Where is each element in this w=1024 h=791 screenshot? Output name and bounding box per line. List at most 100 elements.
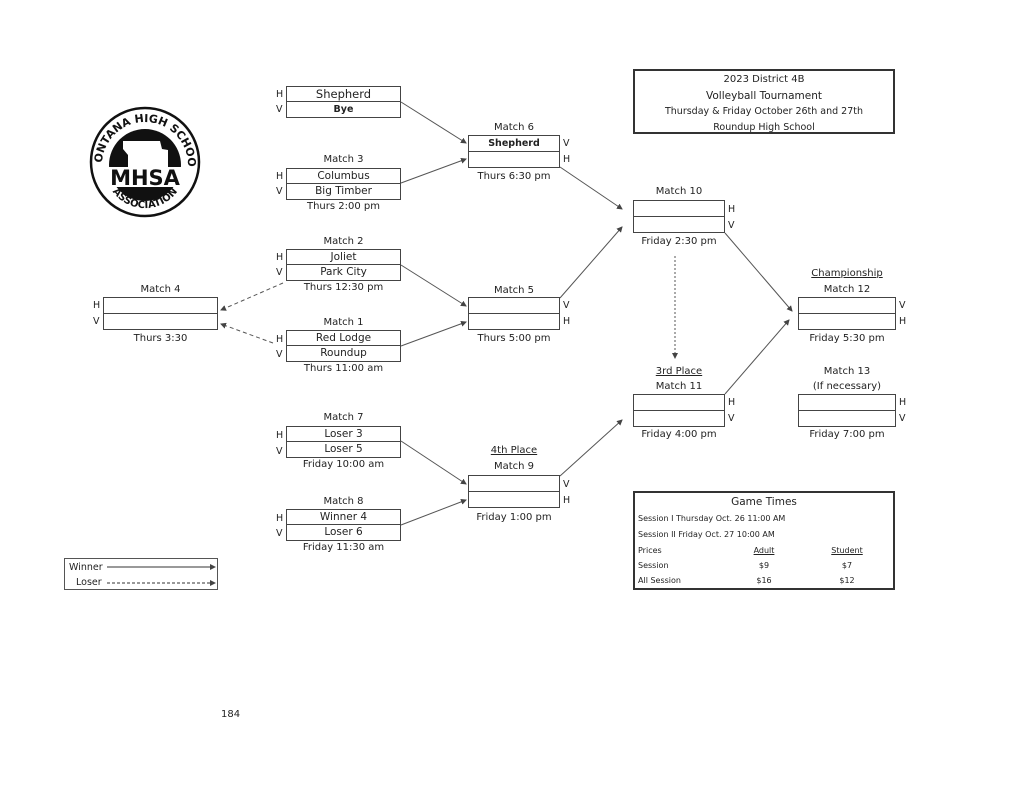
match-13-time: Friday 7:00 pm (809, 429, 885, 440)
bye-home-team: Shepherd (287, 87, 400, 102)
home-marker: H (563, 316, 571, 327)
match-7-visitor-team: Loser 5 (324, 443, 363, 455)
game-times-title: Game Times (731, 496, 797, 508)
price-row-student: $7 (841, 561, 853, 570)
home-marker: H (899, 397, 907, 408)
visitor-marker: V (276, 267, 283, 278)
match-1-box: Red Lodge Roundup (286, 330, 401, 362)
tournament-title-box: 2023 District 4B Volleyball Tournament T… (633, 69, 895, 134)
price-row-adult: $9 (758, 561, 770, 570)
winner-line-m8-m9 (400, 498, 467, 526)
match-3-time: Thurs 2:00 pm (306, 201, 380, 212)
home-marker: H (276, 171, 284, 182)
mhsa-logo: MONTANA HIGH SCHOOL MHSA ASSOCIATION (88, 105, 201, 218)
winner-line-m9-m11 (559, 419, 623, 477)
match-2-time: Thurs 12:30 pm (303, 282, 384, 293)
match-7-title: Match 7 (323, 412, 364, 423)
match-2-box: Joliet Park City (286, 249, 401, 281)
match-12-visitor-slot (799, 298, 895, 314)
price-row-label: All Session (638, 576, 681, 585)
bye-matchup: Shepherd Bye (286, 86, 401, 118)
visitor-marker: V (276, 528, 283, 539)
winner-line-bye-m6 (400, 101, 467, 144)
match-13-title: Match 13 (823, 366, 871, 377)
match-7-time: Friday 10:00 am (302, 459, 385, 470)
session-1-info: Session I Thursday Oct. 26 11:00 AM (638, 514, 786, 523)
match-6-time: Thurs 6:30 pm (477, 171, 551, 182)
price-row-student: $12 (839, 576, 855, 585)
visitor-marker: V (93, 316, 100, 327)
match-9-time: Friday 1:00 pm (476, 512, 552, 523)
match-11-time: Friday 4:00 pm (641, 429, 717, 440)
match-3-home-team: Columbus (287, 169, 400, 184)
match-8-visitor-team: Loser 6 (324, 526, 363, 538)
bye-visitor-slot: Bye (333, 104, 354, 115)
home-marker: H (563, 154, 571, 165)
loser-line-m2-m4 (220, 282, 284, 311)
match-6-visitor-team: Shepherd (469, 136, 559, 152)
winner-line-m5-m10 (559, 226, 623, 299)
match-11-title: Match 11 (655, 381, 703, 392)
home-marker: H (276, 89, 284, 100)
home-marker: H (276, 513, 284, 524)
match-5-box (468, 297, 560, 330)
match-10-home-slot (634, 201, 724, 217)
match-9-home-slot (469, 492, 559, 507)
match-9-box (468, 475, 560, 508)
match-7-box: Loser 3 Loser 5 (286, 426, 401, 458)
match-4-title: Match 4 (140, 284, 181, 295)
home-marker: H (728, 204, 736, 215)
match-1-visitor-team: Roundup (320, 347, 367, 359)
match-12-title: Match 12 (823, 284, 871, 295)
title-line-event: Volleyball Tournament (706, 90, 822, 102)
visitor-marker: V (563, 300, 570, 311)
home-marker: H (276, 252, 284, 263)
visitor-marker: V (728, 220, 735, 231)
match-9-title: Match 9 (493, 461, 535, 472)
price-row-adult: $16 (756, 576, 772, 585)
match-11-heading: 3rd Place (655, 366, 703, 377)
visitor-marker: V (276, 104, 283, 115)
match-1-home-team: Red Lodge (287, 331, 400, 346)
game-times-box: Game Times Session I Thursday Oct. 26 11… (633, 491, 895, 590)
match-8-box: Winner 4 Loser 6 (286, 509, 401, 541)
visitor-marker: V (276, 349, 283, 360)
session-2-info: Session II Friday Oct. 27 10:00 AM (638, 530, 775, 539)
match-2-title: Match 2 (323, 236, 364, 247)
match-12-heading: Championship (811, 268, 883, 279)
match-4-visitor-slot (104, 314, 217, 329)
winner-line-m7-m9 (400, 440, 467, 485)
winner-line-m2-m5 (400, 264, 467, 307)
match-2-home-team: Joliet (287, 250, 400, 265)
match-8-title: Match 8 (323, 496, 364, 507)
home-marker: H (728, 397, 736, 408)
home-marker: H (563, 495, 571, 506)
adult-header: Adult (753, 546, 775, 555)
match-4-home-slot (104, 298, 217, 314)
home-marker: H (276, 430, 284, 441)
match-9-heading: 4th Place (490, 445, 538, 456)
match-1-title: Match 1 (323, 317, 364, 328)
match-13-subtitle: (If necessary) (812, 381, 882, 392)
match-6-title: Match 6 (493, 122, 535, 133)
winner-line-m3-m6 (400, 157, 467, 184)
match-5-title: Match 5 (493, 285, 535, 296)
match-7-home-team: Loser 3 (287, 427, 400, 442)
title-line-venue: Roundup High School (713, 122, 815, 133)
winner-line-m6-m10 (559, 166, 623, 210)
winner-line-m10-m12 (724, 232, 793, 312)
match-1-time: Thurs 11:00 am (303, 363, 384, 374)
match-3-box: Columbus Big Timber (286, 168, 401, 200)
match-5-visitor-slot (469, 298, 559, 314)
match-10-time: Friday 2:30 pm (641, 236, 717, 247)
match-12-box (798, 297, 896, 330)
match-8-home-team: Winner 4 (287, 510, 400, 525)
title-line-dates: Thursday & Friday October 26th and 27th (664, 106, 864, 117)
match-9-visitor-slot (469, 476, 559, 492)
title-line-year: 2023 District 4B (723, 74, 805, 85)
student-header: Student (831, 546, 863, 555)
visitor-marker: V (899, 300, 906, 311)
match-11-home-slot (634, 395, 724, 411)
visitor-marker: V (728, 413, 735, 424)
match-4-time: Thurs 3:30 (133, 333, 188, 344)
